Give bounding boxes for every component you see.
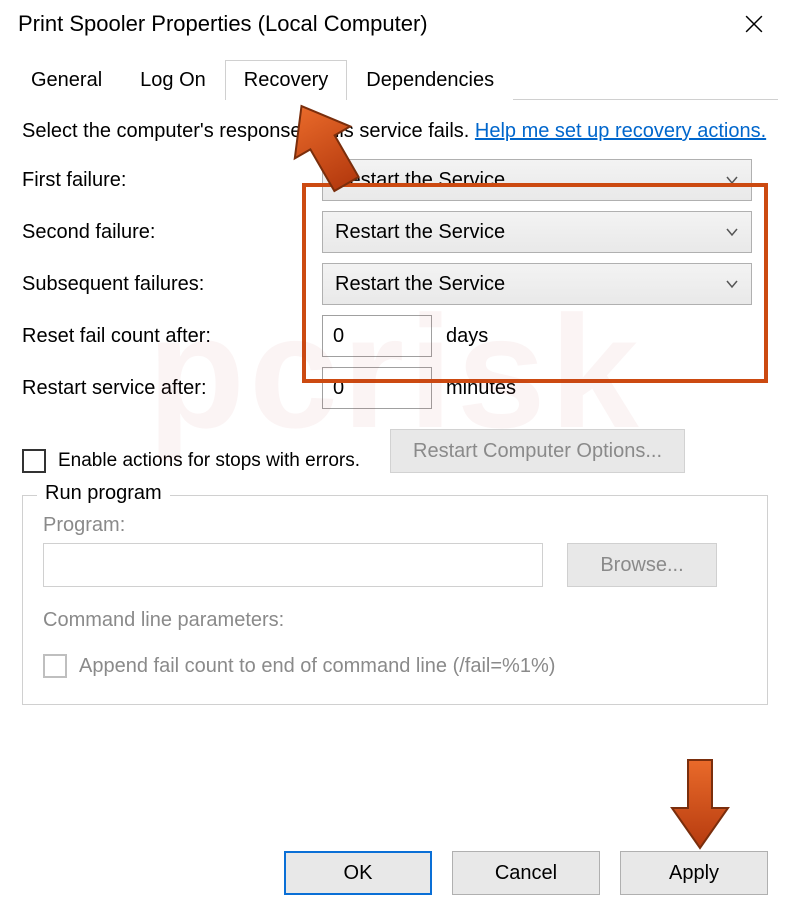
chevron-down-icon [725,225,739,239]
reset-fail-count-input[interactable] [322,315,432,357]
cmd-params-label: Command line parameters: [43,609,747,632]
second-failure-label: Second failure: [22,221,322,244]
restart-service-row: Restart service after: minutes [22,367,768,409]
reset-unit: days [446,325,488,348]
append-fail-count-checkbox [43,654,67,678]
chevron-down-icon [725,277,739,291]
properties-dialog: Print Spooler Properties (Local Computer… [0,0,790,913]
tab-logon[interactable]: Log On [121,60,225,100]
second-failure-value: Restart the Service [335,221,505,244]
subsequent-failures-value: Restart the Service [335,273,505,296]
restart-service-input[interactable] [322,367,432,409]
cancel-button[interactable]: Cancel [452,851,600,895]
titlebar: Print Spooler Properties (Local Computer… [0,0,790,48]
close-button[interactable] [736,6,772,42]
enable-actions-checkbox[interactable] [22,449,46,473]
help-link[interactable]: Help me set up recovery actions. [475,120,766,142]
dialog-button-row: OK Cancel Apply [0,851,790,895]
first-failure-row: First failure: Restart the Service [22,159,768,201]
apply-button[interactable]: Apply [620,851,768,895]
first-failure-value: Restart the Service [335,169,505,192]
intro-text: Select the computer's response if this s… [22,118,768,145]
tab-general[interactable]: General [12,60,121,100]
restart-unit: minutes [446,377,516,400]
run-program-group: Run program Program: Browse... Command l… [22,495,768,705]
second-failure-row: Second failure: Restart the Service [22,211,768,253]
window-title: Print Spooler Properties (Local Computer… [18,11,428,37]
first-failure-dropdown[interactable]: Restart the Service [322,159,752,201]
intro-plain: Select the computer's response if this s… [22,120,475,142]
enable-actions-row: Enable actions for stops with errors. [22,449,360,473]
append-fail-count-row: Append fail count to end of command line… [43,654,747,678]
reset-fail-count-label: Reset fail count after: [22,325,322,348]
ok-button[interactable]: OK [284,851,432,895]
second-failure-dropdown[interactable]: Restart the Service [322,211,752,253]
subsequent-failures-label: Subsequent failures: [22,273,322,296]
run-program-title: Run program [37,482,170,505]
program-label: Program: [43,514,747,537]
tab-dependencies[interactable]: Dependencies [347,60,513,100]
subsequent-failures-row: Subsequent failures: Restart the Service [22,263,768,305]
restart-service-label: Restart service after: [22,377,322,400]
annotation-arrow-to-apply [668,760,732,856]
first-failure-label: First failure: [22,169,322,192]
tab-strip: General Log On Recovery Dependencies [12,54,778,100]
tab-recovery[interactable]: Recovery [225,60,347,100]
subsequent-failures-dropdown[interactable]: Restart the Service [322,263,752,305]
restart-computer-options-button: Restart Computer Options... [390,429,685,473]
program-input [43,543,543,587]
enable-actions-label: Enable actions for stops with errors. [58,450,360,472]
tab-content: Select the computer's response if this s… [0,100,790,705]
chevron-down-icon [725,173,739,187]
close-icon [745,15,763,33]
append-fail-count-label: Append fail count to end of command line… [79,655,555,678]
reset-fail-count-row: Reset fail count after: days [22,315,768,357]
browse-button: Browse... [567,543,717,587]
